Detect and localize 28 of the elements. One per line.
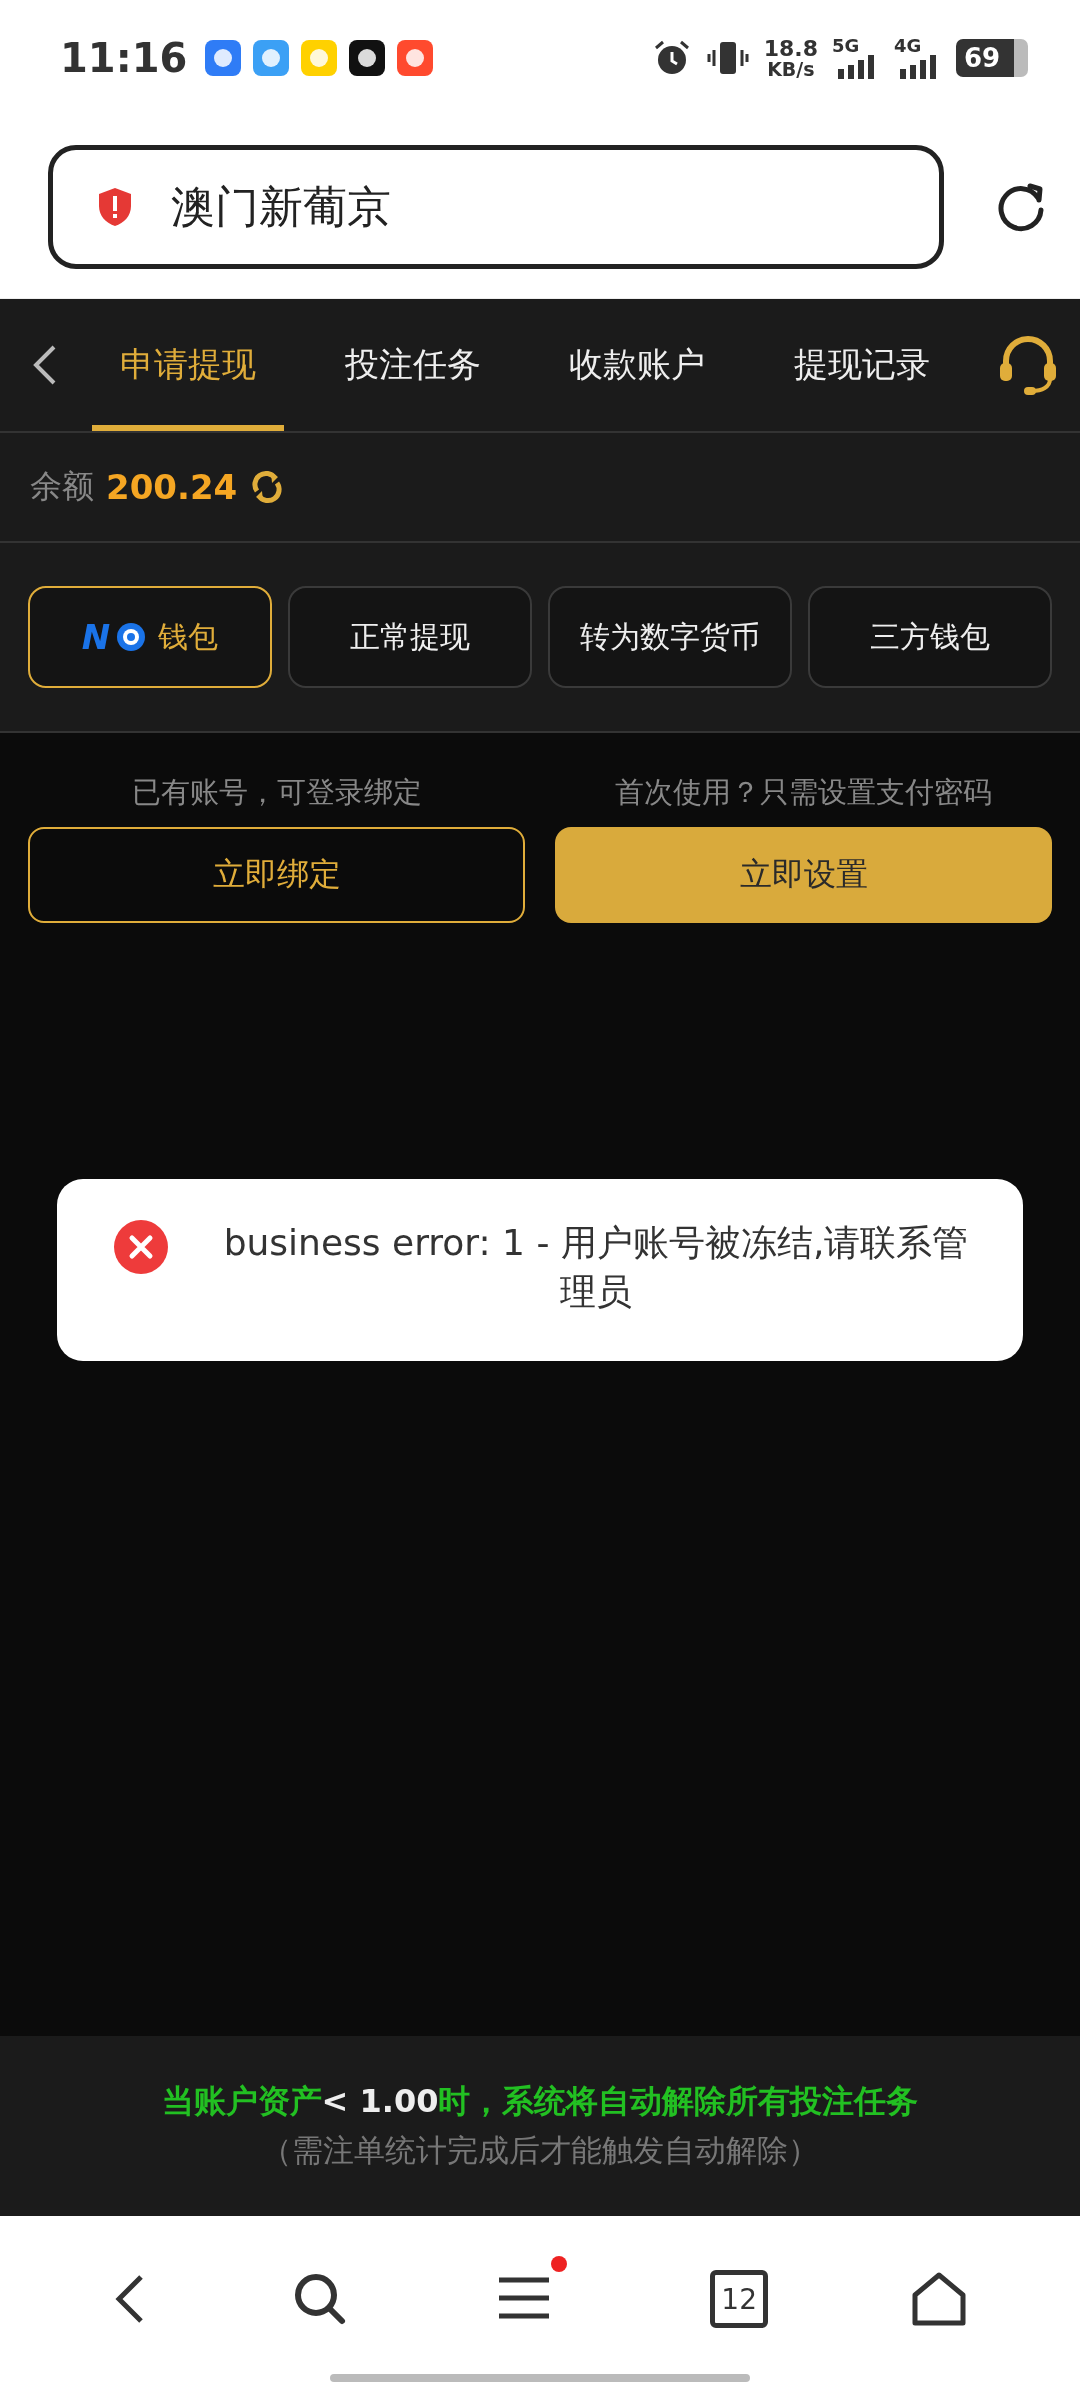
network-label: 5G (832, 37, 860, 55)
error-text: business error: 1 - 用户账号被冻结,请联系管理员 (222, 1221, 970, 1314)
speed-unit: KB/s (767, 59, 815, 79)
coin-icon (116, 622, 147, 652)
address-field[interactable]: 澳门新葡京 (48, 145, 944, 269)
network-label: 4G (894, 37, 922, 55)
tab[interactable]: 投注任务 (316, 299, 509, 431)
tab[interactable]: 收款账户 (541, 299, 734, 431)
wallet-option[interactable]: 三方钱包 (808, 586, 1052, 688)
tabs-button[interactable]: 12 (710, 2270, 769, 2328)
speed-value: 18.8 (763, 37, 818, 60)
balance-label: 余额 (30, 466, 94, 507)
action-button[interactable]: 立即绑定 (28, 827, 525, 923)
hint-text: 首次使用？只需设置支付密码 (614, 774, 993, 811)
shield-icon (97, 187, 133, 227)
tab[interactable]: 提现记录 (765, 299, 958, 431)
wallet-option[interactable]: N 钱包 (28, 586, 272, 688)
balance-amount: 200.24 (106, 467, 238, 507)
action-button[interactable]: 立即设置 (555, 827, 1052, 923)
note-text: （需注单统计完成后才能触发自动解除） (261, 2131, 819, 2170)
wallet-option[interactable]: 正常提现 (288, 586, 532, 688)
error-icon (113, 1219, 169, 1275)
clock-time: 11:16 (60, 35, 188, 81)
hint-text: 已有账号，可登录绑定 (130, 774, 423, 811)
warning-text: 当账户资产< 1.00时，系统将自动解除所有投注任务 (161, 2081, 919, 2122)
wallet-option[interactable]: 转为数字货币 (548, 586, 792, 688)
battery-level: 69 (964, 43, 1001, 73)
page-title: 澳门新葡京 (171, 179, 391, 234)
